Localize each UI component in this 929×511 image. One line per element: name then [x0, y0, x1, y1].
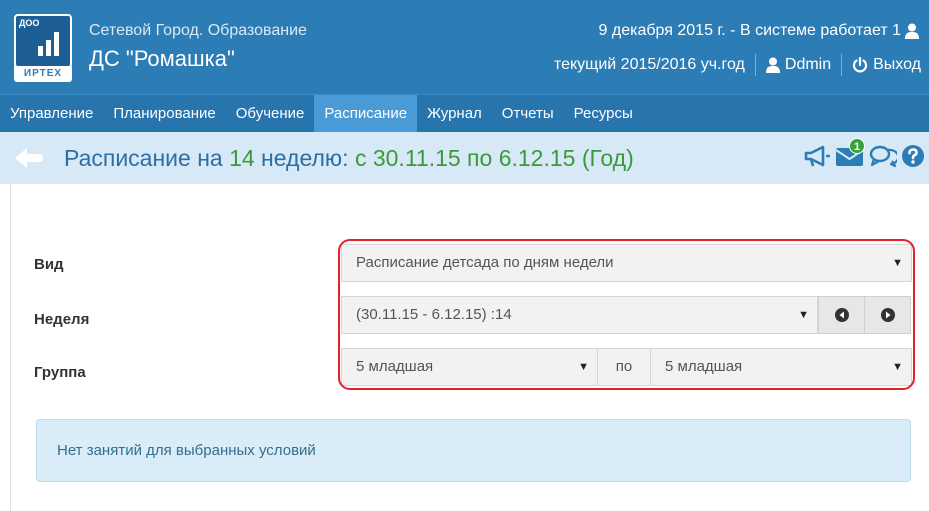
username: Ddmin [784, 56, 832, 73]
highlight-frame [338, 239, 915, 390]
logo[interactable]: ДОО ИРТЕХ [14, 14, 72, 82]
chat-icon[interactable] [869, 144, 897, 168]
page-title: Расписание на 14 неделю: с 30.11.15 по 6… [64, 145, 634, 172]
user-icon[interactable] [905, 23, 919, 39]
nav-item-planning[interactable]: Планирование [103, 95, 225, 132]
content-border [10, 184, 11, 511]
app-header: ДОО ИРТЕХ Сетевой Город. Образование ДС … [0, 0, 929, 94]
title-icons: 1 [803, 138, 925, 168]
org-name: ДС "Ромашка" [89, 46, 235, 71]
user-menu[interactable]: Ddmin [765, 56, 832, 74]
group-label: Группа [34, 364, 86, 381]
divider [754, 54, 756, 76]
nav-item-schedule[interactable]: Расписание [314, 95, 418, 132]
date-range: с 30.11.15 по 6.12.15 (Год) [354, 144, 634, 171]
logo-bars-icon [38, 32, 59, 56]
megaphone-icon[interactable] [803, 144, 831, 168]
logo-badge: ДОО [19, 18, 40, 28]
date-text: 9 декабря 2015 г. - В системе работает 1 [598, 22, 901, 39]
week-number: 14 [229, 144, 255, 171]
logo-brand: ИРТЕХ [14, 66, 72, 82]
nav-item-management[interactable]: Управление [0, 95, 103, 132]
user-row: текущий 2015/2016 уч.год Ddmin Выход [554, 54, 921, 76]
school-year: текущий 2015/2016 уч.год [553, 56, 745, 73]
mail-badge: 1 [849, 138, 865, 154]
date-info: 9 декабря 2015 г. - В системе работает 1 [599, 22, 919, 40]
nav-item-journal[interactable]: Журнал [417, 95, 492, 132]
empty-state-message: Нет занятий для выбранных условий [36, 419, 911, 482]
user-icon [765, 57, 780, 73]
logout-label: Выход [873, 56, 921, 73]
power-icon [853, 57, 868, 73]
main-nav: Управление Планирование Обучение Расписа… [0, 94, 929, 132]
logout-button[interactable]: Выход [852, 56, 921, 74]
week-label: Неделя [34, 311, 90, 328]
back-arrow-icon [15, 148, 43, 168]
help-icon[interactable] [901, 144, 925, 168]
app-name: Сетевой Город. Образование [89, 22, 307, 39]
nav-item-reports[interactable]: Отчеты [492, 95, 564, 132]
nav-item-education[interactable]: Обучение [226, 95, 315, 132]
mail-icon[interactable]: 1 [835, 138, 865, 168]
nav-item-resources[interactable]: Ресурсы [564, 95, 643, 132]
logo-box: ДОО [14, 14, 72, 68]
back-button[interactable] [8, 141, 52, 175]
page-title-bar: Расписание на 14 неделю: с 30.11.15 по 6… [0, 132, 929, 184]
title-middle: неделю: [254, 144, 355, 171]
divider [841, 54, 843, 76]
view-label: Вид [34, 256, 64, 273]
title-prefix: Расписание на [64, 144, 230, 171]
